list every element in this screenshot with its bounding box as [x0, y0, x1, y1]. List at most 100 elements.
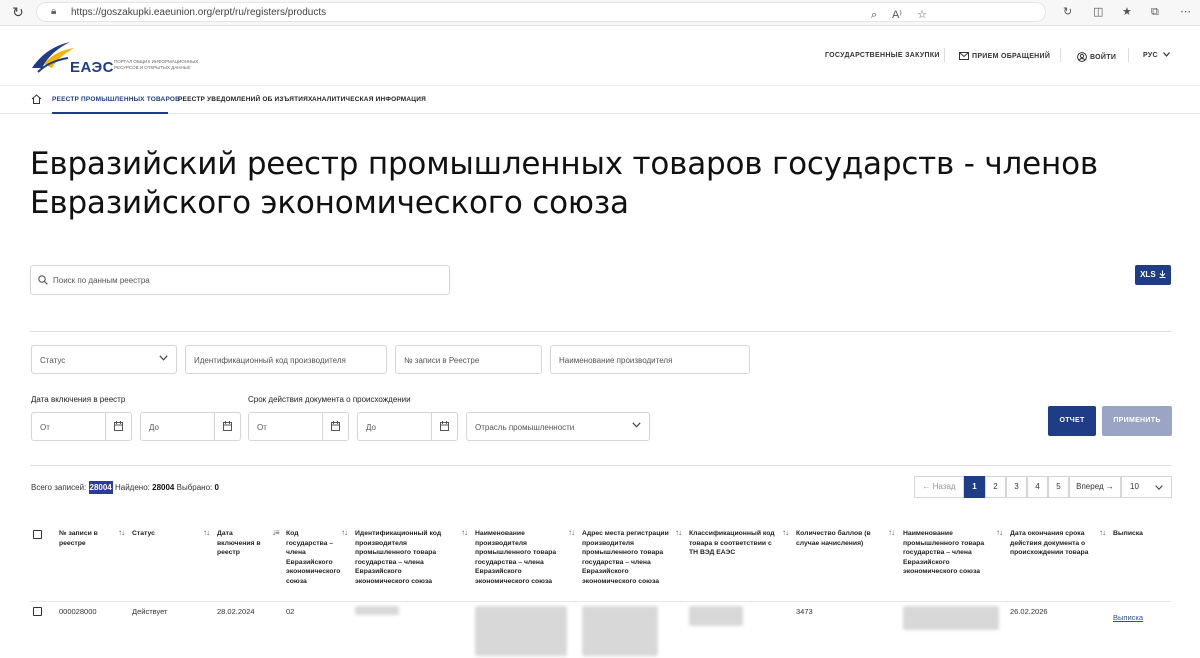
column-header-date[interactable]: Дата включения в реестр [217, 529, 267, 558]
split-screen-icon[interactable]: ◫ [1093, 2, 1103, 22]
pagination-next[interactable]: Вперед → [1069, 476, 1121, 498]
table-header-border [30, 601, 1171, 602]
favorites-icon[interactable]: ★ [1122, 2, 1132, 22]
export-xls-button[interactable]: XLS [1135, 265, 1171, 285]
sort-icon[interactable]: ↑↓ [675, 528, 682, 537]
pagination-prev-label: Назад [932, 482, 956, 491]
nav-procurement[interactable]: ГОСУДАРСТВЕННЫЕ ЗАКУПКИ [825, 52, 940, 59]
doc-validity-label: Срок действия документа о происхождении [248, 395, 411, 404]
selected-count: 0 [214, 483, 219, 492]
page-2[interactable]: 2 [985, 476, 1006, 498]
arrow-left-icon: ← [922, 482, 931, 491]
home-icon[interactable] [31, 94, 42, 104]
search-input[interactable]: Поиск по данным реестра [30, 265, 450, 295]
extract-link[interactable]: Выписка [1113, 613, 1143, 622]
sort-icon[interactable]: ↑↓ [996, 528, 1003, 537]
row-checkbox[interactable] [33, 607, 42, 616]
language-select[interactable]: РУС [1143, 52, 1171, 59]
read-aloud-icon[interactable]: A⁾ [892, 5, 902, 25]
zoom-icon[interactable]: ⌕ [871, 5, 877, 25]
address-bar[interactable]: 🔒︎ https://goszakupki.eaeunion.org/erpt/… [36, 2, 1046, 22]
eaeu-logo[interactable]: ЕАЭС ПОРТАЛ ОБЩИХ ИНФОРМАЦИОННЫХ РЕСУРСО… [30, 38, 220, 78]
chevron-down-icon [159, 355, 168, 361]
sort-icon[interactable]: ↑↓ [782, 528, 789, 537]
tab-analytics[interactable]: АНАЛИТИЧЕСКАЯ ИНФОРМАЦИЯ [312, 96, 426, 103]
page-size-select[interactable]: 10 [1121, 476, 1172, 498]
divider [30, 331, 1171, 332]
registry-tabs: РЕЕСТР ПРОМЫШЛЕННЫХ ТОВАРОВ РЕЕСТР УВЕДО… [0, 86, 1200, 114]
column-header-doc-end-date[interactable]: Дата окончания срока действия документа … [1010, 529, 1098, 558]
column-header-manufacturer-name[interactable]: Наименование производителя промышленного… [475, 529, 567, 586]
calendar-button[interactable] [105, 413, 131, 440]
sort-icon[interactable]: ↑↓ [888, 528, 895, 537]
browser-toolbar: ↻ 🔒︎ https://goszakupki.eaeunion.org/erp… [0, 0, 1200, 26]
sort-icon[interactable]: ↑↓ [461, 528, 468, 537]
cell-state-code: 02 [286, 607, 295, 616]
total-count: 28004 [88, 481, 113, 494]
cell-record-no: 000028000 [59, 607, 97, 616]
chevron-down-icon [632, 422, 641, 428]
tab-industrial-goods[interactable]: РЕЕСТР ПРОМЫШЛЕННЫХ ТОВАРОВ [52, 96, 180, 103]
column-header-points[interactable]: Количество баллов (в случае начисления) [796, 529, 882, 548]
page-size-value: 10 [1130, 482, 1139, 491]
pagination-prev[interactable]: ← Назад [914, 476, 964, 498]
redacted-manufacturer-name [475, 606, 567, 656]
sort-icon[interactable]: ↑↓ [118, 528, 125, 537]
calendar-button[interactable] [322, 413, 348, 440]
industry-select[interactable]: Отрасль промышленности [466, 412, 650, 441]
sort-icon[interactable]: ↑↓ [568, 528, 575, 537]
page-3[interactable]: 3 [1006, 476, 1027, 498]
sort-icon[interactable]: ↑↓ [203, 528, 210, 537]
favorite-star-icon[interactable]: ☆ [917, 5, 927, 25]
chevron-down-icon [1163, 52, 1171, 57]
report-button[interactable]: ОТЧЕТ [1048, 406, 1096, 436]
brand-tagline: ПОРТАЛ ОБЩИХ ИНФОРМАЦИОННЫХ РЕСУРСОВ И О… [114, 59, 199, 70]
column-header-address[interactable]: Адрес места регистрации производителя пр… [582, 529, 674, 586]
collections-icon[interactable]: ⧉ [1151, 2, 1159, 22]
nav-login-label: ВОЙТИ [1090, 53, 1117, 61]
column-header-state-code[interactable]: Код государства – члена Евразийского эко… [286, 529, 340, 586]
select-all-checkbox[interactable] [33, 530, 42, 539]
date-included-to[interactable]: До [140, 412, 241, 441]
calendar-button[interactable] [431, 413, 457, 440]
more-menu-icon[interactable]: ⋯ [1180, 2, 1191, 22]
user-icon [1077, 52, 1087, 62]
search-icon [38, 275, 48, 285]
found-count: 28004 [152, 483, 175, 492]
calendar-button[interactable] [214, 413, 240, 440]
nav-separator [1060, 48, 1061, 62]
redacted-product-name [903, 606, 999, 630]
sort-icon[interactable]: ↑↓ [1099, 528, 1106, 537]
extension-icon[interactable]: ↻ [1063, 2, 1072, 22]
page-5[interactable]: 5 [1048, 476, 1069, 498]
column-header-extract[interactable]: Выписка [1113, 529, 1163, 539]
nav-appeals[interactable]: ПРИЕМ ОБРАЩЕНИЙ [959, 52, 1050, 60]
page-4[interactable]: 4 [1027, 476, 1048, 498]
calendar-icon [223, 421, 232, 431]
tab-withdrawal-notices[interactable]: РЕЕСТР УВЕДОМЛЕНИЙ ОБ ИЗЪЯТИЯХ [178, 96, 313, 103]
column-header-status[interactable]: Статус [132, 529, 192, 539]
column-header-product-name[interactable]: Наименование промышленного товара госуда… [903, 529, 991, 577]
sort-desc-icon[interactable]: ↓≡ [272, 528, 280, 537]
column-header-record-no[interactable]: № записи в реестре [59, 529, 114, 548]
selected-label: Выбрано: [176, 483, 213, 492]
date-to-placeholder: До [149, 423, 159, 432]
download-icon [1159, 270, 1166, 278]
manufacturer-id-field[interactable]: Идентификационный код производителя [185, 345, 387, 374]
nav-login[interactable]: ВОЙТИ [1077, 52, 1116, 62]
column-header-classification-code[interactable]: Классификационный код товара в соответст… [689, 529, 777, 558]
sort-icon[interactable]: ↑↓ [341, 528, 348, 537]
manufacturer-name-field[interactable]: Наименование производителя [550, 345, 750, 374]
page-1[interactable]: 1 [964, 476, 985, 498]
doc-validity-from[interactable]: От [248, 412, 349, 441]
reload-icon[interactable]: ↻ [10, 4, 26, 20]
chevron-down-icon [1155, 485, 1163, 490]
redacted-classification-code [689, 606, 743, 626]
column-header-manufacturer-id[interactable]: Идентификационный код производителя пром… [355, 529, 457, 586]
status-select[interactable]: Статус [31, 345, 177, 374]
apply-button[interactable]: ПРИМЕНИТЬ [1102, 406, 1172, 436]
envelope-icon [959, 52, 969, 60]
doc-validity-to[interactable]: До [357, 412, 458, 441]
date-included-from[interactable]: От [31, 412, 132, 441]
record-number-field[interactable]: № записи в Реестре [395, 345, 542, 374]
